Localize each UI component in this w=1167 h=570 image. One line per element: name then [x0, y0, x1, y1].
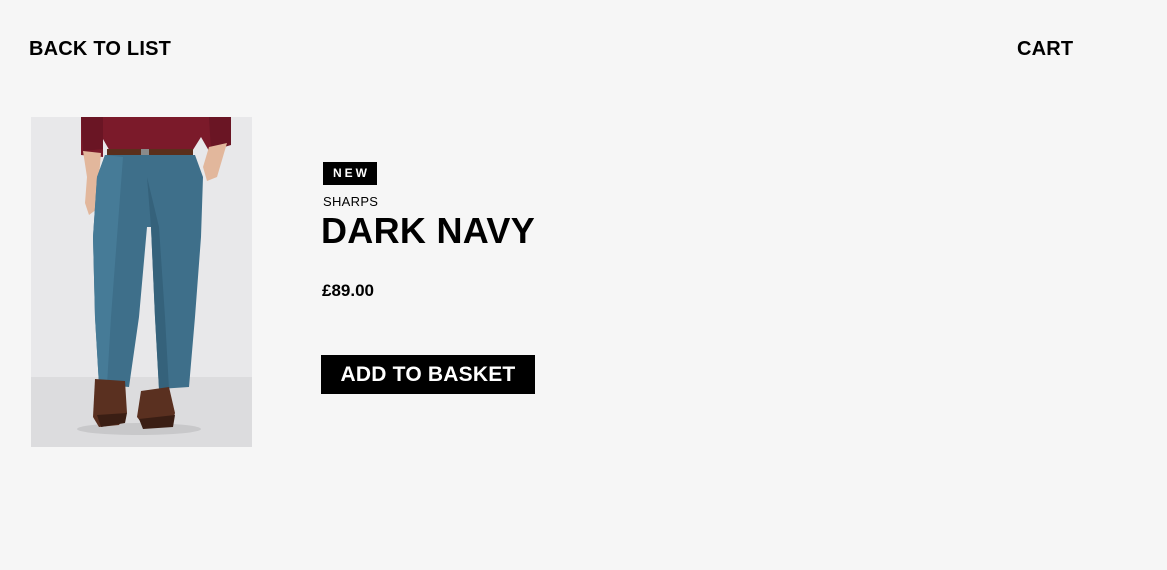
- cart-link[interactable]: CART: [1017, 37, 1073, 61]
- add-to-basket-button[interactable]: ADD TO BASKET: [321, 355, 535, 394]
- product-image: [31, 117, 252, 447]
- product-photo-trousers: [31, 117, 252, 447]
- product-price: £89.00: [322, 281, 374, 300]
- new-badge: NEW: [323, 162, 377, 185]
- product-brand: SHARPS: [323, 194, 379, 209]
- back-to-list-link[interactable]: BACK TO LIST: [29, 37, 171, 61]
- product-name: DARK NAVY: [321, 210, 536, 251]
